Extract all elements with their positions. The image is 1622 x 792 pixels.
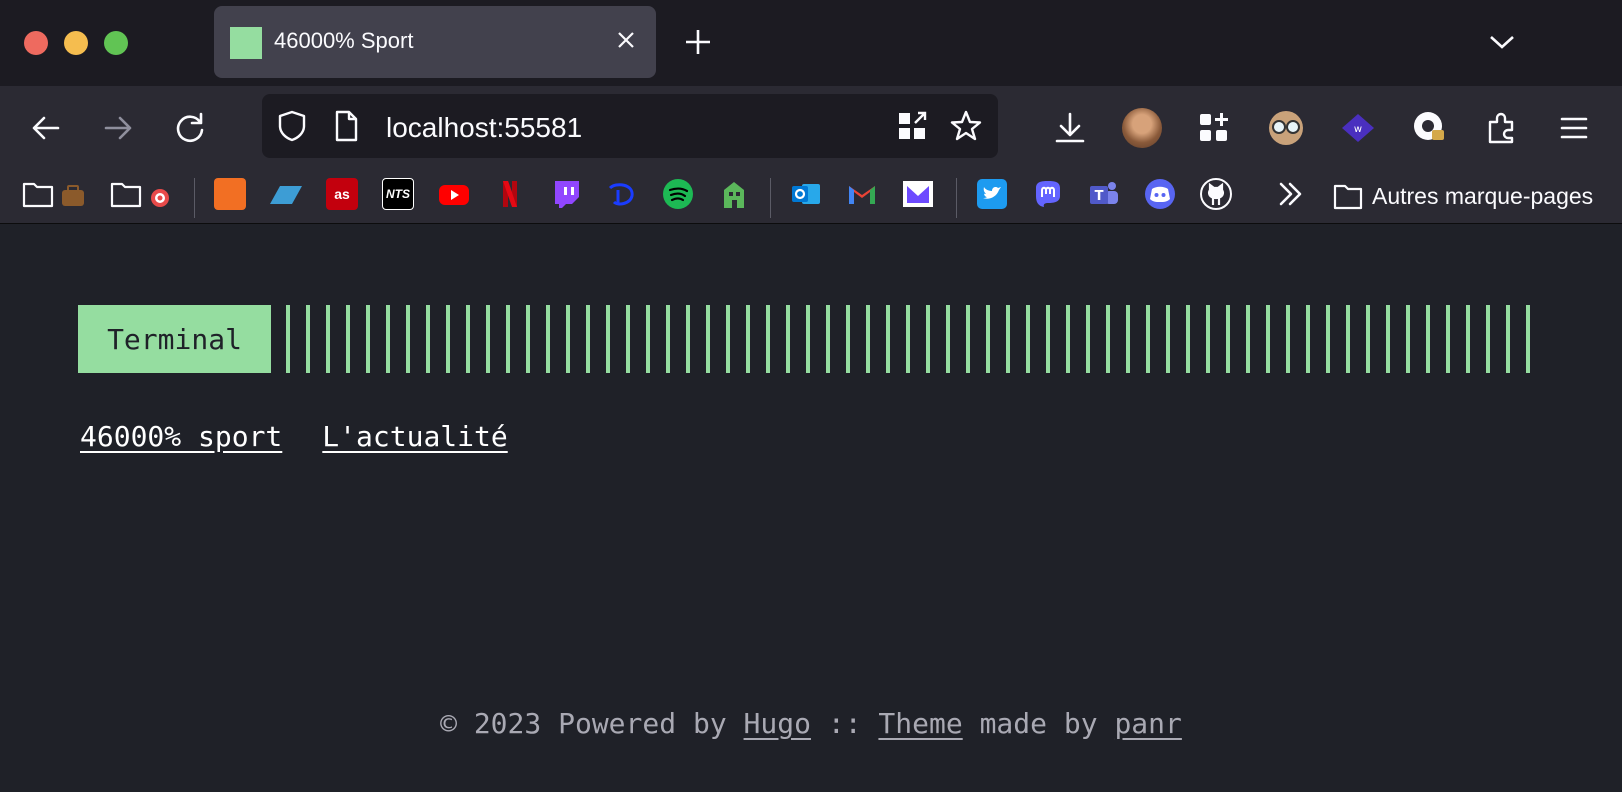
footer-author-link[interactable]: panr (1114, 707, 1181, 740)
footer-hugo-link[interactable]: Hugo (744, 707, 811, 740)
parallelogram-icon[interactable] (270, 178, 302, 210)
outlook-icon[interactable] (790, 178, 822, 210)
shield-icon[interactable] (274, 108, 310, 144)
navigation-toolbar: localhost:55581 w (0, 86, 1622, 168)
teams-icon[interactable]: T (1088, 178, 1120, 210)
page-icon[interactable] (328, 108, 364, 144)
site-logo[interactable]: Terminal (78, 305, 271, 373)
new-tab-icon[interactable] (680, 24, 716, 60)
extension-lock-icon[interactable] (1410, 108, 1450, 148)
footer-copyright: © 2023 Powered by (440, 707, 727, 740)
reload-icon[interactable] (170, 108, 210, 148)
download-icon[interactable] (1050, 108, 1090, 148)
hamburger-menu-icon[interactable] (1554, 108, 1594, 148)
url-bar[interactable]: localhost:55581 (262, 94, 998, 158)
soundcloud-icon[interactable] (214, 178, 246, 210)
bookmarks-toolbar: as NTS T Autres marque-pages (0, 168, 1622, 224)
title-bar: 46000% Sport (0, 0, 1622, 86)
profile-avatar[interactable] (1122, 108, 1162, 148)
twitter-icon[interactable] (976, 178, 1008, 210)
chevron-double-right-icon[interactable] (1274, 178, 1306, 210)
green-building-icon[interactable] (718, 178, 750, 210)
twitch-icon[interactable] (550, 178, 582, 210)
window-minimize-button[interactable] (64, 31, 88, 55)
footer-separator: :: (827, 707, 862, 740)
gmail-icon[interactable] (846, 178, 878, 210)
lastfm-icon[interactable]: as (326, 178, 358, 210)
netflix-icon[interactable] (494, 178, 526, 210)
disney-plus-icon[interactable] (606, 178, 638, 210)
close-icon[interactable] (610, 24, 642, 56)
svg-text:T: T (1095, 189, 1104, 204)
other-bookmarks[interactable]: Autres marque-pages (1332, 178, 1593, 214)
extension-glasses-icon[interactable] (1266, 108, 1306, 148)
site-header: Terminal (78, 305, 1534, 373)
spotify-icon[interactable] (662, 178, 694, 210)
header-stripes (286, 305, 1530, 373)
protonmail-icon[interactable] (902, 178, 934, 210)
qr-code-icon[interactable] (894, 108, 930, 144)
github-icon[interactable] (1200, 178, 1232, 210)
menu-link-46000-sport[interactable]: 46000% sport (80, 420, 282, 453)
back-arrow-icon[interactable] (26, 108, 66, 148)
forward-arrow-icon[interactable] (98, 108, 138, 148)
chevron-down-icon[interactable] (1484, 24, 1520, 60)
folder-icon (22, 182, 84, 208)
window-close-button[interactable] (24, 31, 48, 55)
bookmark-folder-target[interactable] (110, 178, 176, 210)
other-bookmarks-label: Autres marque-pages (1372, 182, 1594, 209)
menu-link-actualite[interactable]: L'actualité (322, 420, 507, 453)
nts-icon[interactable]: NTS (382, 178, 414, 210)
site-logo-text: Terminal (107, 322, 242, 356)
star-icon[interactable] (948, 108, 984, 144)
main-menu: 46000% sport L'actualité (80, 420, 508, 453)
mastodon-icon[interactable] (1032, 178, 1064, 210)
bookmark-separator (956, 178, 957, 218)
url-text[interactable]: localhost:55581 (386, 112, 582, 144)
tab-favicon (230, 27, 262, 59)
extension-purple-icon[interactable]: w (1338, 108, 1378, 148)
footer-theme-link[interactable]: Theme (878, 707, 962, 740)
discord-icon[interactable] (1144, 178, 1176, 210)
page-content: Terminal 46000% sport L'actualité © 2023… (0, 225, 1622, 792)
extensions-grid-icon[interactable] (1194, 108, 1234, 148)
active-tab[interactable]: 46000% Sport (214, 6, 656, 78)
window-zoom-button[interactable] (104, 31, 128, 55)
puzzle-icon[interactable] (1482, 108, 1522, 148)
folder-icon (110, 182, 169, 208)
bookmark-separator (770, 178, 771, 218)
svg-text:w: w (1354, 124, 1362, 135)
tab-title: 46000% Sport (274, 28, 414, 53)
footer-made-by: made by (979, 707, 1098, 740)
site-footer: © 2023 Powered by Hugo :: Theme made by … (0, 707, 1622, 740)
bookmark-folder-briefcase[interactable] (22, 178, 88, 210)
folder-icon (1333, 184, 1363, 210)
youtube-icon[interactable] (438, 178, 470, 210)
bookmark-separator (194, 178, 195, 218)
